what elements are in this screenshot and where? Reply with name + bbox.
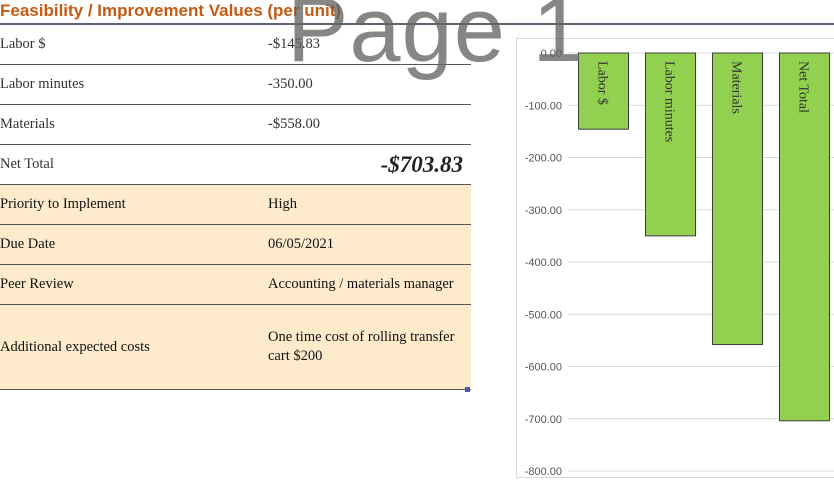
- row-label: Priority to Implement: [0, 196, 126, 212]
- row-label: Net Total: [0, 156, 54, 172]
- y-tick-label: -600.00: [525, 362, 562, 374]
- feasibility-table: Labor $ -$145.83 Labor minutes -350.00 M…: [0, 25, 471, 392]
- row-value: -$558.00: [268, 116, 320, 133]
- row-label: Additional expected costs: [0, 338, 150, 355]
- page-title: Feasibility / Improvement Values (per un…: [0, 1, 342, 20]
- row-value: High: [268, 196, 297, 213]
- y-tick-label: -300.00: [525, 205, 562, 217]
- table-row-net-total[interactable]: Net Total -$703.83: [0, 145, 471, 185]
- row-value: -$145.83: [268, 36, 320, 53]
- row-value: -350.00: [268, 76, 313, 93]
- row-label: Labor $: [0, 36, 46, 52]
- row-value: 06/05/2021: [268, 236, 335, 253]
- row-value: Accounting / materials manager: [268, 276, 454, 293]
- bar-category-label: Labor minutes: [662, 61, 677, 142]
- bar-category-label: Net Total: [796, 61, 811, 113]
- net-total-value: -$703.83: [380, 151, 463, 177]
- row-label: Due Date: [0, 236, 56, 252]
- bar-category-label: Labor $: [595, 61, 610, 105]
- row-label: Materials: [0, 116, 55, 132]
- table-row-materials[interactable]: Materials -$558.00: [0, 105, 471, 145]
- y-tick-label: -700.00: [525, 414, 562, 426]
- y-tick-label: 0.00: [541, 48, 562, 60]
- y-tick-label: -400.00: [525, 257, 562, 269]
- row-label: Labor minutes: [0, 76, 85, 92]
- table-row-peer-review[interactable]: Peer Review Accounting / materials manag…: [0, 265, 471, 305]
- net-value-bar-chart[interactable]: 0.00 -100.00 -200.00 -300.00 -400.00 -500.00 -…: [516, 38, 834, 478]
- y-tick-label: -500.00: [525, 309, 562, 321]
- table-row-priority[interactable]: Priority to Implement High: [0, 185, 471, 225]
- table-row-labor-dollars[interactable]: Labor $ -$145.83: [0, 25, 471, 65]
- table-row-labor-minutes[interactable]: Labor minutes -350.00: [0, 65, 471, 105]
- row-label: Peer Review: [0, 276, 74, 292]
- bar-category-label: Materials: [729, 61, 744, 114]
- table-row-additional-costs[interactable]: Additional expected costs One time cost …: [0, 305, 471, 392]
- table-row-due-date[interactable]: Due Date 06/05/2021: [0, 225, 471, 265]
- y-tick-label: -800.00: [525, 466, 562, 478]
- resize-handle[interactable]: [465, 387, 470, 392]
- row-value: One time cost of rolling transfer cart $…: [268, 329, 455, 364]
- y-tick-label: -200.00: [525, 153, 562, 165]
- y-tick-label: -100.00: [525, 100, 562, 112]
- chart-svg: 0.00 -100.00 -200.00 -300.00 -400.00 -500.00 -…: [516, 38, 834, 478]
